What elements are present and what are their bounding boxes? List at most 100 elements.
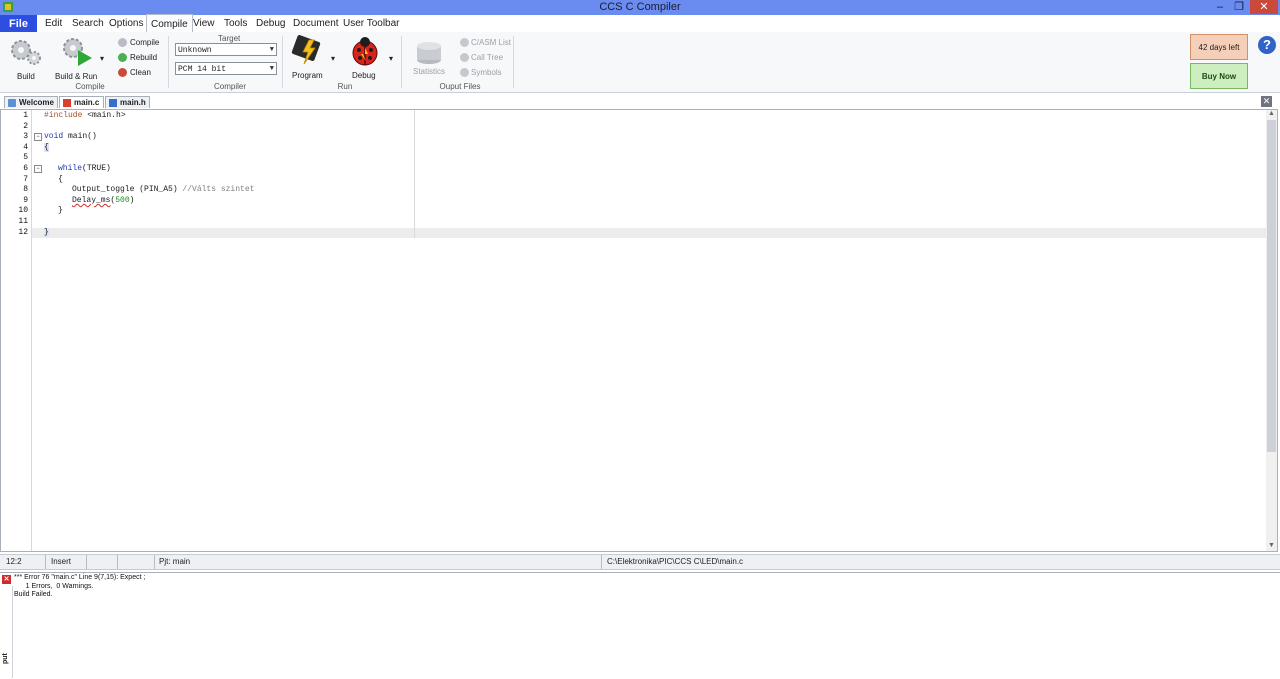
menu-document[interactable]: Document xyxy=(293,15,339,32)
line-number: 12 xyxy=(18,228,28,237)
cursor-position: 12:2 xyxy=(2,555,46,569)
output-summary-line: 1 Errors, 0 Warnings. xyxy=(14,583,94,590)
chevron-down-icon: ▼ xyxy=(269,46,274,54)
output-error-line[interactable]: *** Error 76 "main.c" Line 9(7,15): Expe… xyxy=(14,574,145,581)
close-tab-icon[interactable]: ✕ xyxy=(1261,96,1272,107)
close-button[interactable]: ✕ xyxy=(1250,0,1278,14)
tab-main-c[interactable]: main.c xyxy=(59,96,104,108)
home-icon xyxy=(8,99,16,107)
comment-token: //Válts szintet xyxy=(182,185,255,194)
debug-dropdown-icon[interactable]: ▾ xyxy=(389,54,393,63)
scroll-down-icon[interactable]: ▼ xyxy=(1268,542,1275,549)
edge-column-line xyxy=(414,110,415,238)
fold-marker-icon[interactable]: − xyxy=(34,133,42,141)
days-left-badge[interactable]: 42 days left xyxy=(1190,34,1248,60)
symbols-icon xyxy=(460,68,469,77)
line-number: 2 xyxy=(23,122,28,131)
rebuild-icon xyxy=(118,53,127,62)
ribbon-separator xyxy=(282,36,283,88)
compiler-group-label: Compiler xyxy=(213,82,246,91)
file-path: C:\Elektronika\PIC\CCS C\LED\main.c xyxy=(607,557,744,566)
target-label: Target xyxy=(218,34,241,43)
line-number-gutter: 1 2 3 4 5 6 7 8 9 10 11 12 xyxy=(1,110,32,551)
line-number: 1 xyxy=(23,111,28,120)
keyword-token: while xyxy=(58,164,83,173)
line-number: 3 xyxy=(23,132,28,141)
code-editor[interactable] xyxy=(0,109,1278,552)
code-token: ) xyxy=(129,196,135,205)
status-bar: 12:2 Insert Pjt: main C:\Elektronika\PIC… xyxy=(0,554,1280,570)
line-number: 9 xyxy=(23,196,28,205)
keyword-token: void xyxy=(44,132,64,141)
program-dropdown-icon[interactable]: ▾ xyxy=(331,54,335,63)
help-icon[interactable]: ? xyxy=(1258,36,1276,54)
compiler-select[interactable]: PCM 14 bit ▼ xyxy=(175,62,277,75)
menu-tools[interactable]: Tools xyxy=(224,15,247,32)
buy-now-button[interactable]: Buy Now xyxy=(1190,63,1248,89)
code-line-3: void main() xyxy=(44,132,97,141)
restore-button[interactable]: ❐ xyxy=(1229,1,1249,13)
line-number: 5 xyxy=(23,153,28,162)
statistics-button[interactable]: Statistics xyxy=(412,38,446,82)
call-tree-button[interactable]: Call Tree xyxy=(471,53,503,62)
compiler-select-value: PCM 14 bit xyxy=(178,65,227,74)
number-token: 500 xyxy=(115,196,130,205)
gears-icon xyxy=(11,40,41,65)
build-label: Build xyxy=(17,72,35,81)
menu-options[interactable]: Options xyxy=(109,15,143,32)
menu-compile[interactable]: Compile xyxy=(146,14,193,32)
code-line-12: } xyxy=(44,228,49,237)
rebuild-button[interactable]: Rebuild xyxy=(130,53,157,62)
fold-marker-icon[interactable]: − xyxy=(34,165,42,173)
title-bar: CCS C Compiler – ❐ ✕ xyxy=(0,0,1280,15)
symbols-button[interactable]: Symbols xyxy=(471,68,502,77)
c-file-icon xyxy=(63,99,71,107)
h-file-icon xyxy=(109,99,117,107)
code-line-8: Output_toggle (PIN_A5) //Válts szintet xyxy=(72,185,254,194)
debug-label: Debug xyxy=(352,71,376,80)
ladybug-icon xyxy=(352,37,378,66)
scrollbar-thumb[interactable] xyxy=(1267,120,1276,452)
build-run-dropdown-icon[interactable]: ▾ xyxy=(100,54,104,63)
code-token: (TRUE) xyxy=(82,164,111,173)
compile-button[interactable]: Compile xyxy=(130,38,159,47)
output-tab-label[interactable]: put xyxy=(2,653,9,664)
menu-debug[interactable]: Debug xyxy=(256,15,285,32)
line-number: 7 xyxy=(23,175,28,184)
ribbon-separator xyxy=(513,36,514,88)
line-number: 6 xyxy=(23,164,28,173)
menu-search[interactable]: Search xyxy=(72,15,104,32)
code-token: <main.h> xyxy=(82,111,126,120)
menu-view[interactable]: View xyxy=(193,15,215,32)
casm-list-button[interactable]: C/ASM List xyxy=(471,38,511,47)
statistics-icon xyxy=(417,42,441,64)
tab-label: main.h xyxy=(120,98,146,107)
run-group-label: Run xyxy=(337,82,353,91)
debug-button[interactable]: Debug xyxy=(346,34,386,80)
casm-list-icon xyxy=(460,38,469,47)
menu-file[interactable]: File xyxy=(0,15,37,32)
tab-welcome[interactable]: Welcome xyxy=(4,96,58,108)
build-button[interactable]: Build xyxy=(8,36,44,81)
code-token: Output_toggle (PIN_A5) xyxy=(72,185,183,194)
status-cell-empty xyxy=(88,555,118,569)
menu-user-toolbar[interactable]: User Toolbar xyxy=(343,15,400,32)
code-line-6: while(TRUE) xyxy=(58,164,111,173)
build-run-button[interactable]: Build & Run xyxy=(54,36,102,81)
error-icon: ✕ xyxy=(2,575,11,584)
statistics-label: Statistics xyxy=(413,67,446,76)
target-select[interactable]: Unknown ▼ xyxy=(175,43,277,56)
line-number: 11 xyxy=(18,217,28,226)
menu-edit[interactable]: Edit xyxy=(45,15,62,32)
scroll-up-icon[interactable]: ▲ xyxy=(1268,110,1275,117)
menu-bar: File Edit Search Options Compile View To… xyxy=(0,14,1280,33)
tab-main-h[interactable]: main.h xyxy=(105,96,150,108)
code-line-7: { xyxy=(58,175,63,184)
compile-gear-icon xyxy=(118,38,127,47)
program-button[interactable]: Program xyxy=(289,34,329,80)
status-cell-empty xyxy=(119,555,155,569)
clean-button[interactable]: Clean xyxy=(130,68,151,77)
line-number: 8 xyxy=(23,185,28,194)
preprocessor-token: #include xyxy=(44,111,83,120)
minimize-button[interactable]: – xyxy=(1210,1,1230,13)
